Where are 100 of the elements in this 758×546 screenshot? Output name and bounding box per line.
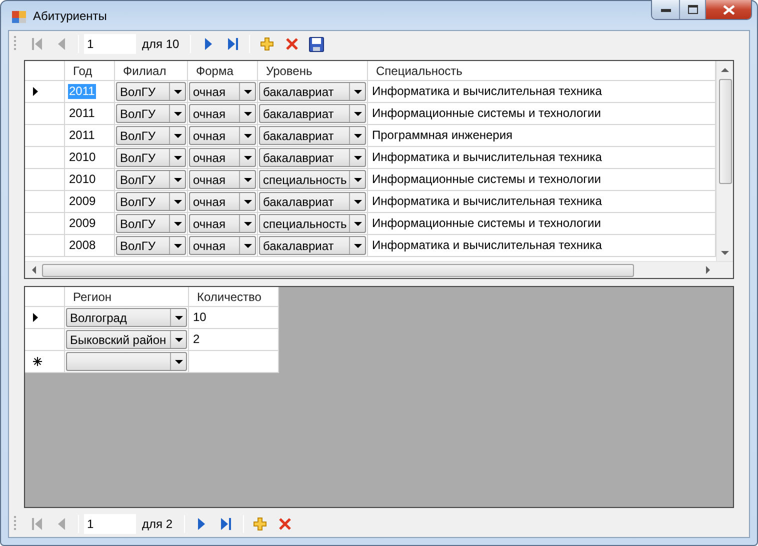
caret-icon [244,220,252,228]
dropdown-cell[interactable]: ВолГУ [115,147,188,169]
grip-icon [13,515,17,533]
caret-icon [174,198,182,206]
caret-icon [174,176,182,184]
table-cell: 2011 [65,125,115,147]
caret-icon [244,110,252,118]
table-cell: 2010 [65,169,115,191]
row-header[interactable] [25,351,65,373]
dropdown-cell[interactable]: очная [188,125,258,147]
close-icon [722,4,734,14]
scroll-up-icon [721,66,729,74]
current-row-icon [33,87,38,96]
column-header[interactable]: Специальность [368,61,716,81]
table-cell: Информационные системы и технологии [368,213,716,235]
caret-icon [244,154,252,162]
current-row-icon [33,313,38,322]
table-cell: Информационные системы и технологии [368,169,716,191]
position-field[interactable]: 1 [84,34,136,54]
window-title: Абитуриенты [33,8,107,24]
row-header[interactable] [25,81,65,103]
caret-icon [174,154,182,162]
caret-icon [354,176,362,184]
maximize-button[interactable] [679,0,705,19]
caret-icon [174,242,182,250]
scroll-right-icon [704,266,712,274]
dropdown-cell[interactable]: ВолГУ [115,125,188,147]
caret-icon [354,220,362,228]
caret-icon [174,132,182,140]
dropdown-cell[interactable]: бакалавриат [258,147,368,169]
dropdown-cell[interactable]: специальность [258,213,368,235]
dropdown-cell[interactable]: бакалавриат [258,81,368,103]
minimize-button[interactable] [652,0,679,19]
vertical-scrollbar[interactable] [716,61,733,261]
corner-header [25,287,65,307]
dropdown-cell[interactable] [65,351,189,373]
first-icon [30,517,42,531]
dropdown-cell[interactable]: Быковский район [65,329,189,351]
dropdown-cell[interactable]: очная [188,81,258,103]
column-header[interactable]: Филиал [115,61,188,81]
dropdown-cell[interactable]: ВолГУ [115,191,188,213]
maximize-icon [688,5,698,14]
dropdown-cell[interactable]: очная [188,191,258,213]
table-cell: Информатика и вычислительная техника [368,191,716,213]
row-header[interactable] [25,307,65,329]
grip-icon [13,35,17,53]
column-header[interactable]: Уровень [258,61,368,81]
dropdown-cell[interactable]: ВолГУ [115,235,188,257]
cross-icon [284,37,299,51]
scroll-left-icon [30,266,38,274]
plus-icon [260,37,274,51]
column-header[interactable]: Год [65,61,115,81]
table-cell: 2009 [65,191,115,213]
dropdown-cell[interactable]: ВолГУ [115,81,188,103]
cross-icon [278,517,292,531]
dropdown-cell[interactable]: бакалавриат [258,235,368,257]
dropdown-cell[interactable]: очная [188,147,258,169]
position-field[interactable]: 1 [84,514,136,534]
next-icon [202,37,213,51]
dropdown-cell[interactable]: бакалавриат [258,125,368,147]
caret-icon [174,336,182,344]
dropdown-cell[interactable]: бакалавриат [258,191,368,213]
dropdown-cell[interactable]: Волгоград [65,307,189,329]
column-header[interactable]: Количество [189,287,279,307]
caret-icon [354,110,362,118]
caret-icon [244,176,252,184]
table-cell: 2011 [65,81,115,103]
table-cell: Программная инженерия [368,125,716,147]
dropdown-cell[interactable]: бакалавриат [258,103,368,125]
dropdown-cell[interactable]: очная [188,169,258,191]
caret-icon [354,154,362,162]
column-header[interactable]: Регион [65,287,189,307]
dropdown-cell[interactable]: ВолГУ [115,103,188,125]
dropdown-cell[interactable]: очная [188,235,258,257]
caret-icon [244,242,252,250]
caret-icon [174,110,182,118]
dropdown-cell[interactable]: ВолГУ [115,169,188,191]
table-cell: 2011 [65,103,115,125]
last-icon [226,37,239,51]
caret-icon [174,358,182,366]
scroll-down-icon [721,248,729,256]
dropdown-cell[interactable]: специальность [258,169,368,191]
record-count: для 10 [142,37,180,51]
caret-icon [354,88,362,96]
plus-icon [253,517,268,531]
close-button[interactable] [705,0,751,19]
caret-icon [174,88,182,96]
last-icon [220,517,232,531]
caret-icon [354,242,362,250]
dropdown-cell[interactable]: ВолГУ [115,213,188,235]
app-icon [11,8,27,24]
dropdown-cell[interactable]: очная [188,213,258,235]
column-header[interactable]: Форма [188,61,258,81]
table-cell: 2010 [65,147,115,169]
dropdown-cell[interactable]: очная [188,103,258,125]
horizontal-scrollbar[interactable] [25,261,733,278]
caret-icon [174,314,182,322]
caret-icon [244,198,252,206]
caret-icon [244,132,252,140]
caret-icon [354,198,362,206]
